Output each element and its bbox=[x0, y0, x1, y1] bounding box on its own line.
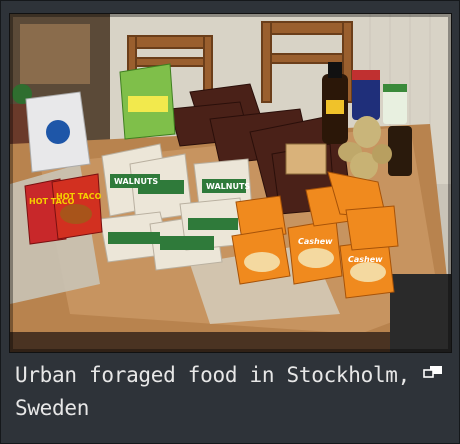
cashew-label-1: Cashew bbox=[298, 237, 333, 246]
image-caption: Urban foraged food in Stockholm, Sweden bbox=[15, 363, 410, 420]
walnuts-label-2: WALNUTS bbox=[206, 182, 250, 191]
walnuts-label-1: WALNUTS bbox=[114, 177, 158, 186]
photo-illustration: WALNUTS WALNUTS HOT TACO HOT TACO Cashew… bbox=[10, 14, 451, 352]
photo[interactable]: WALNUTS WALNUTS HOT TACO HOT TACO Cashew… bbox=[9, 13, 452, 353]
expand-icon[interactable] bbox=[422, 364, 444, 378]
cashew-label-2: Cashew bbox=[348, 255, 383, 264]
tacos-label-2: HOT TACO bbox=[56, 192, 102, 201]
image-card: WALNUTS WALNUTS HOT TACO HOT TACO Cashew… bbox=[0, 0, 460, 444]
